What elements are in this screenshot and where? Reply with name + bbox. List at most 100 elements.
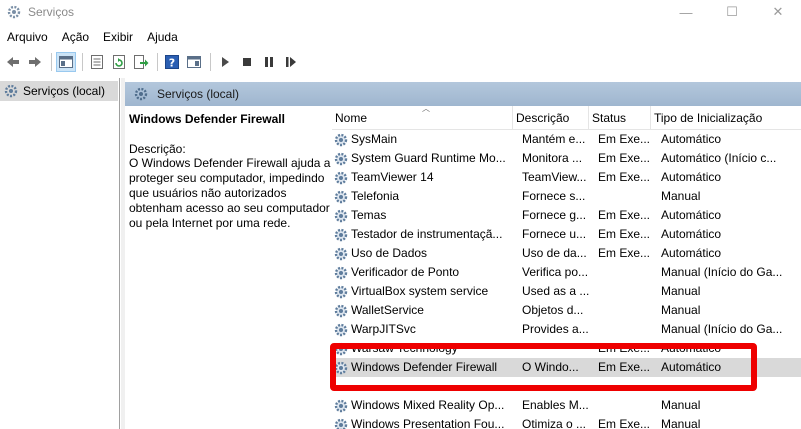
table-row[interactable]: Telefonia Fornece s... Manual xyxy=(332,187,801,206)
description-label: Descrição: xyxy=(129,142,186,156)
service-status-cell xyxy=(598,320,650,339)
column-header-name[interactable]: Nome ︿ xyxy=(332,106,513,130)
menu-exibir[interactable]: Exibir xyxy=(96,28,140,46)
service-gear-icon xyxy=(334,171,348,184)
service-name-cell: Verificador de Ponto xyxy=(333,263,513,282)
service-name-cell: Temas xyxy=(333,206,513,225)
service-name-cell xyxy=(333,377,513,396)
service-name-cell: Testador de instrumentaçã... xyxy=(333,225,513,244)
properties-icon[interactable] xyxy=(87,52,107,72)
pause-icon[interactable] xyxy=(259,52,279,72)
menu-acao[interactable]: Ação xyxy=(55,28,96,46)
table-row[interactable]: Uso de Dados Uso de da... Em Exe... Auto… xyxy=(332,244,801,263)
table-row[interactable]: SysMain Mantém e... Em Exe... Automático xyxy=(332,130,801,149)
services-panel: Serviços (local) Windows Defender Firewa… xyxy=(125,82,801,429)
table-body: SysMain Mantém e... Em Exe... Automático… xyxy=(332,130,801,429)
service-description-cell xyxy=(522,339,592,358)
table-row[interactable]: Windows Mixed Reality Op... Enables M...… xyxy=(332,396,801,415)
service-gear-icon xyxy=(334,133,348,146)
service-name: Verificador de Ponto xyxy=(351,265,460,279)
refresh-icon[interactable] xyxy=(109,52,129,72)
services-gear-icon xyxy=(4,84,18,98)
service-description-cell: Enables M... xyxy=(522,398,589,412)
help-icon[interactable]: ? xyxy=(162,52,182,72)
service-description-pane: Windows Defender Firewall Descrição: O W… xyxy=(129,112,334,231)
table-row[interactable]: Testador de instrumentaçã... Fornece u..… xyxy=(332,225,801,244)
service-description-cell: O Windo... xyxy=(522,360,579,374)
service-gear-icon xyxy=(334,228,348,241)
service-status-cell xyxy=(598,263,650,282)
service-startup-type-cell: Automático xyxy=(661,132,722,146)
service-startup-type-cell: Manual (Início do Ga... xyxy=(661,265,783,279)
maximize-button[interactable]: ☐ xyxy=(709,0,755,24)
service-description-cell: Used as a ... xyxy=(522,284,590,298)
tree-item-services-local[interactable]: Serviços (local) xyxy=(0,81,118,101)
table-row[interactable]: WalletService Objetos d... Manual xyxy=(332,301,801,320)
service-gear-icon xyxy=(334,361,348,374)
column-header-status[interactable]: Status xyxy=(589,106,651,130)
service-name: Temas xyxy=(351,208,387,222)
toolbar-separator xyxy=(157,53,158,71)
table-row[interactable]: Windows Defender Firewall O Windo... Em … xyxy=(332,358,801,377)
show-hide-console-tree-icon[interactable] xyxy=(56,52,76,72)
table-header: Nome ︿ Descrição Status Tipo de Iniciali… xyxy=(332,106,801,130)
service-name-cell: System Guard Runtime Mo... xyxy=(333,149,513,168)
service-name: SysMain xyxy=(351,132,398,146)
service-gear-icon xyxy=(334,152,348,165)
service-status-cell: Em Exe... xyxy=(598,246,650,260)
table-row[interactable]: Warsaw Technology Em Exe... Automático xyxy=(332,339,801,358)
service-startup-type-cell: Automático xyxy=(661,227,722,241)
table-row[interactable]: Temas Fornece g... Em Exe... Automático xyxy=(332,206,801,225)
table-row[interactable]: VirtualBox system service Used as a ... … xyxy=(332,282,801,301)
close-button[interactable]: ✕ xyxy=(755,0,801,24)
service-startup-type-cell: Manual xyxy=(661,284,701,298)
service-description-cell: Mantém e... xyxy=(522,132,586,146)
service-startup-type-cell: Automático xyxy=(661,246,722,260)
start-icon[interactable] xyxy=(215,52,235,72)
table-row[interactable]: System Guard Runtime Mo... Monitora ... … xyxy=(332,149,801,168)
table-row[interactable]: WarpJITSvc Provides a... Manual (Início … xyxy=(332,320,801,339)
table-row[interactable] xyxy=(332,377,801,396)
service-status-cell: Em Exe... xyxy=(598,227,650,241)
service-description-cell: Verifica po... xyxy=(522,265,589,279)
menu-arquivo[interactable]: Arquivo xyxy=(0,28,55,46)
service-name: Warsaw Technology xyxy=(351,341,458,355)
minimize-button[interactable]: — xyxy=(663,0,709,24)
window-title: Serviços xyxy=(28,5,75,19)
service-name-cell: Windows Mixed Reality Op... xyxy=(333,396,513,415)
action-pane-icon[interactable] xyxy=(184,52,204,72)
toolbar-separator xyxy=(210,53,211,71)
column-header-description[interactable]: Descrição xyxy=(513,106,589,130)
service-status-cell xyxy=(598,282,650,301)
service-startup-type-cell: Manual xyxy=(661,398,701,412)
service-name-cell: Telefonia xyxy=(333,187,513,206)
stop-icon[interactable] xyxy=(237,52,257,72)
service-description-cell: Fornece s... xyxy=(522,189,586,203)
table-row[interactable]: TeamViewer 14 TeamView... Em Exe... Auto… xyxy=(332,168,801,187)
service-startup-type-cell: Automático xyxy=(661,170,722,184)
selected-service-title: Windows Defender Firewall xyxy=(129,112,285,126)
service-startup-type-cell: Manual xyxy=(661,189,701,203)
service-gear-icon xyxy=(334,304,348,317)
back-icon[interactable] xyxy=(3,52,23,72)
service-gear-icon xyxy=(334,247,348,260)
column-header-startup-type[interactable]: Tipo de Inicialização xyxy=(651,106,801,130)
service-status-cell xyxy=(598,187,650,206)
table-row[interactable]: Windows Presentation Fou... Otimiza o ..… xyxy=(332,415,801,429)
menu-ajuda[interactable]: Ajuda xyxy=(140,28,185,46)
service-startup-type-cell: Automático xyxy=(661,360,722,374)
service-description-cell xyxy=(522,377,592,396)
service-name: Windows Defender Firewall xyxy=(351,360,498,374)
service-status-cell xyxy=(598,377,650,396)
service-status-cell: Em Exe... xyxy=(598,417,650,429)
service-name: WarpJITSvc xyxy=(351,322,416,336)
forward-icon[interactable] xyxy=(25,52,45,72)
table-row[interactable]: Verificador de Ponto Verifica po... Manu… xyxy=(332,263,801,282)
restart-icon[interactable] xyxy=(281,52,301,72)
service-name: WalletService xyxy=(351,303,424,317)
services-gear-icon xyxy=(134,87,148,101)
toolbar-separator xyxy=(51,53,52,71)
service-name-cell: SysMain xyxy=(333,130,513,149)
export-list-icon[interactable] xyxy=(131,52,151,72)
service-gear-icon xyxy=(334,418,348,429)
